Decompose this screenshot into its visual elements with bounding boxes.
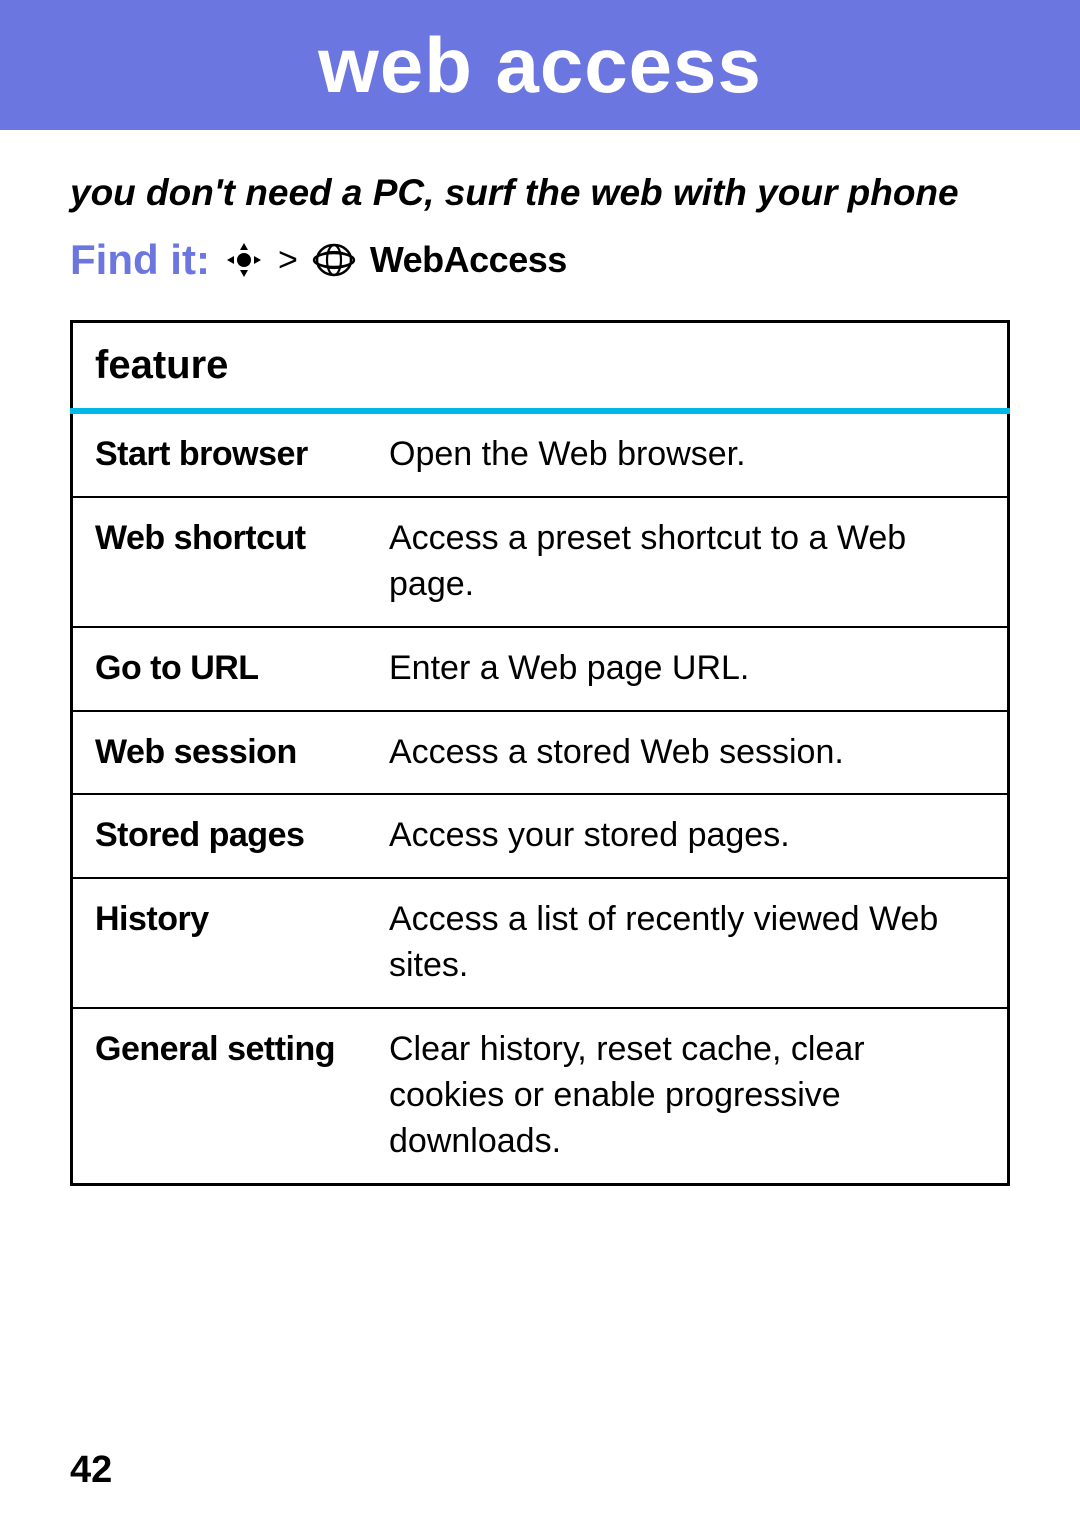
table-row: Start browser Open the Web browser. bbox=[72, 411, 1009, 497]
table-row: History Access a list of recently viewed… bbox=[72, 878, 1009, 1008]
feature-desc: Access a stored Web session. bbox=[367, 711, 1009, 795]
find-it-label: Find it: bbox=[70, 236, 210, 284]
feature-name: Go to URL bbox=[72, 627, 368, 711]
table-header: feature bbox=[72, 322, 1009, 412]
breadcrumb-separator: > bbox=[278, 241, 298, 280]
find-it-line: Find it: > Web bbox=[70, 236, 1010, 284]
feature-name: History bbox=[72, 878, 368, 1008]
feature-desc: Open the Web browser. bbox=[367, 411, 1009, 497]
find-it-target: WebAccess bbox=[370, 239, 567, 281]
feature-name: Web session bbox=[72, 711, 368, 795]
webaccess-icon bbox=[312, 242, 356, 278]
feature-desc: Enter a Web page URL. bbox=[367, 627, 1009, 711]
feature-name: Stored pages bbox=[72, 794, 368, 878]
feature-name: Start browser bbox=[72, 411, 368, 497]
feature-name: Web shortcut bbox=[72, 497, 368, 627]
feature-desc: Access your stored pages. bbox=[367, 794, 1009, 878]
content-area: you don't need a PC, surf the web with y… bbox=[0, 130, 1080, 1186]
feature-table: feature Start browser Open the Web brows… bbox=[70, 320, 1010, 1186]
table-row: General setting Clear history, reset cac… bbox=[72, 1008, 1009, 1184]
table-row: Go to URL Enter a Web page URL. bbox=[72, 627, 1009, 711]
table-row: Web shortcut Access a preset shortcut to… bbox=[72, 497, 1009, 627]
feature-desc: Access a preset shortcut to a Web page. bbox=[367, 497, 1009, 627]
page-number: 42 bbox=[70, 1449, 112, 1492]
page-title: web access bbox=[318, 20, 762, 111]
tagline: you don't need a PC, surf the web with y… bbox=[70, 172, 1010, 214]
feature-desc: Clear history, reset cache, clear cookie… bbox=[367, 1008, 1009, 1184]
feature-desc: Access a list of recently viewed Web sit… bbox=[367, 878, 1009, 1008]
feature-name: General setting bbox=[72, 1008, 368, 1184]
table-row: Stored pages Access your stored pages. bbox=[72, 794, 1009, 878]
table-row: Web session Access a stored Web session. bbox=[72, 711, 1009, 795]
header-bar: web access bbox=[0, 0, 1080, 130]
nav-key-icon bbox=[224, 240, 264, 280]
